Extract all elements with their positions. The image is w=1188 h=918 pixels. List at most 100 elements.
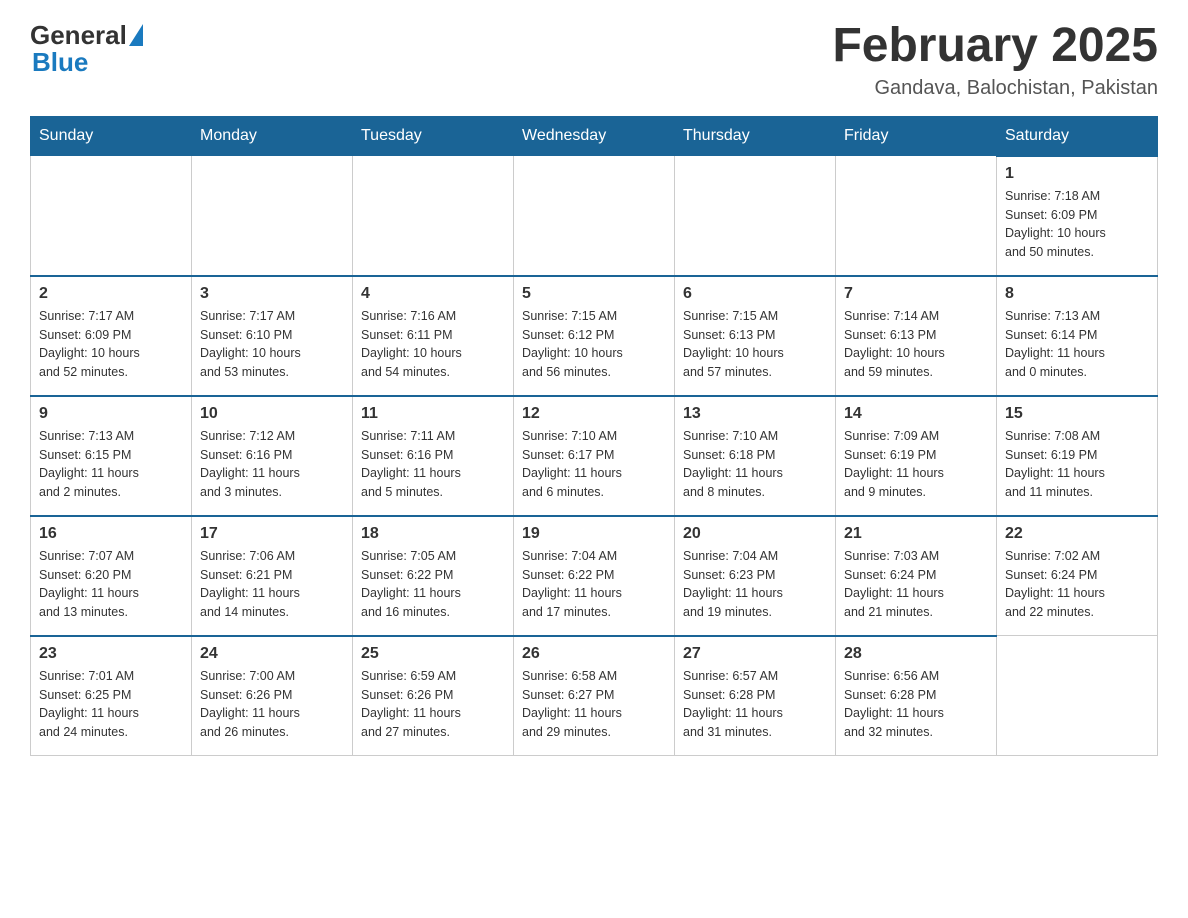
day-info: Sunrise: 7:07 AMSunset: 6:20 PMDaylight:…	[39, 547, 183, 622]
day-info: Sunrise: 7:02 AMSunset: 6:24 PMDaylight:…	[1005, 547, 1149, 622]
day-header-monday: Monday	[192, 116, 353, 156]
calendar-cell	[836, 156, 997, 276]
logo-triangle-icon	[129, 24, 143, 46]
day-info: Sunrise: 7:12 AMSunset: 6:16 PMDaylight:…	[200, 427, 344, 502]
calendar-cell: 5Sunrise: 7:15 AMSunset: 6:12 PMDaylight…	[514, 276, 675, 396]
day-header-tuesday: Tuesday	[353, 116, 514, 156]
calendar-cell: 20 Sunrise: 7:04 AMSunset: 6:23 PMDayligh…	[675, 516, 836, 636]
day-header-sunday: Sunday	[31, 116, 192, 156]
calendar-cell	[675, 156, 836, 276]
day-info: Sunrise: 6:57 AMSunset: 6:28 PMDaylight:…	[683, 667, 827, 742]
day-number: 25	[361, 645, 505, 663]
day-number: 13	[683, 405, 827, 423]
calendar-cell: 1 Sunrise: 7:18 AMSunset: 6:09 PMDaylight…	[997, 156, 1158, 276]
calendar-cell: 21 Sunrise: 7:03 AMSunset: 6:24 PMDayligh…	[836, 516, 997, 636]
calendar-cell: 25 Sunrise: 6:59 AMSunset: 6:26 PMDayligh…	[353, 636, 514, 756]
calendar-cell: 12Sunrise: 7:10 AMSunset: 6:17 PMDayligh…	[514, 396, 675, 516]
day-number: 3	[200, 285, 344, 303]
calendar-cell	[353, 156, 514, 276]
calendar-cell: 13 Sunrise: 7:10 AMSunset: 6:18 PMDayligh…	[675, 396, 836, 516]
day-header-wednesday: Wednesday	[514, 116, 675, 156]
calendar-title: February 2025	[832, 20, 1158, 73]
day-number: 14	[844, 405, 988, 423]
logo-blue-text: Blue	[32, 47, 143, 78]
calendar-week-row: 9 Sunrise: 7:13 AMSunset: 6:15 PMDaylight…	[31, 396, 1158, 516]
day-number: 6	[683, 285, 827, 303]
calendar-cell: 27 Sunrise: 6:57 AMSunset: 6:28 PMDayligh…	[675, 636, 836, 756]
day-info: Sunrise: 7:18 AMSunset: 6:09 PMDaylight:…	[1005, 187, 1149, 262]
calendar-cell	[31, 156, 192, 276]
day-info: Sunrise: 7:16 AMSunset: 6:11 PMDaylight:…	[361, 307, 505, 382]
day-info: Sunrise: 7:04 AMSunset: 6:23 PMDaylight:…	[683, 547, 827, 622]
day-info: Sunrise: 7:14 AMSunset: 6:13 PMDaylight:…	[844, 307, 988, 382]
calendar-cell: 15 Sunrise: 7:08 AMSunset: 6:19 PMDayligh…	[997, 396, 1158, 516]
day-number: 22	[1005, 525, 1149, 543]
calendar-cell: 16 Sunrise: 7:07 AMSunset: 6:20 PMDayligh…	[31, 516, 192, 636]
day-number: 9	[39, 405, 183, 423]
calendar-cell	[514, 156, 675, 276]
day-header-thursday: Thursday	[675, 116, 836, 156]
title-section: February 2025 Gandava, Balochistan, Paki…	[832, 20, 1158, 100]
day-info: Sunrise: 7:05 AMSunset: 6:22 PMDaylight:…	[361, 547, 505, 622]
day-number: 18	[361, 525, 505, 543]
day-info: Sunrise: 7:01 AMSunset: 6:25 PMDaylight:…	[39, 667, 183, 742]
day-number: 16	[39, 525, 183, 543]
day-number: 27	[683, 645, 827, 663]
day-info: Sunrise: 7:13 AMSunset: 6:14 PMDaylight:…	[1005, 307, 1149, 382]
day-info: Sunrise: 7:17 AMSunset: 6:09 PMDaylight:…	[39, 307, 183, 382]
day-number: 21	[844, 525, 988, 543]
day-number: 4	[361, 285, 505, 303]
calendar-cell: 3Sunrise: 7:17 AMSunset: 6:10 PMDaylight…	[192, 276, 353, 396]
day-number: 24	[200, 645, 344, 663]
calendar-header-row: SundayMondayTuesdayWednesdayThursdayFrid…	[31, 116, 1158, 156]
day-number: 20	[683, 525, 827, 543]
calendar-cell: 11Sunrise: 7:11 AMSunset: 6:16 PMDayligh…	[353, 396, 514, 516]
day-info: Sunrise: 7:09 AMSunset: 6:19 PMDaylight:…	[844, 427, 988, 502]
calendar-week-row: 16 Sunrise: 7:07 AMSunset: 6:20 PMDayligh…	[31, 516, 1158, 636]
calendar-cell: 26 Sunrise: 6:58 AMSunset: 6:27 PMDayligh…	[514, 636, 675, 756]
calendar-cell: 24 Sunrise: 7:00 AMSunset: 6:26 PMDayligh…	[192, 636, 353, 756]
day-info: Sunrise: 6:58 AMSunset: 6:27 PMDaylight:…	[522, 667, 666, 742]
calendar-cell: 4 Sunrise: 7:16 AMSunset: 6:11 PMDaylight…	[353, 276, 514, 396]
day-number: 26	[522, 645, 666, 663]
calendar-cell: 8 Sunrise: 7:13 AMSunset: 6:14 PMDaylight…	[997, 276, 1158, 396]
day-info: Sunrise: 7:10 AMSunset: 6:18 PMDaylight:…	[683, 427, 827, 502]
calendar-cell: 9 Sunrise: 7:13 AMSunset: 6:15 PMDaylight…	[31, 396, 192, 516]
calendar-week-row: 2 Sunrise: 7:17 AMSunset: 6:09 PMDaylight…	[31, 276, 1158, 396]
day-info: Sunrise: 7:03 AMSunset: 6:24 PMDaylight:…	[844, 547, 988, 622]
day-info: Sunrise: 7:06 AMSunset: 6:21 PMDaylight:…	[200, 547, 344, 622]
day-info: Sunrise: 7:00 AMSunset: 6:26 PMDaylight:…	[200, 667, 344, 742]
calendar-week-row: 23 Sunrise: 7:01 AMSunset: 6:25 PMDayligh…	[31, 636, 1158, 756]
day-number: 15	[1005, 405, 1149, 423]
day-info: Sunrise: 6:56 AMSunset: 6:28 PMDaylight:…	[844, 667, 988, 742]
calendar-cell: 28Sunrise: 6:56 AMSunset: 6:28 PMDayligh…	[836, 636, 997, 756]
calendar-cell: 10 Sunrise: 7:12 AMSunset: 6:16 PMDayligh…	[192, 396, 353, 516]
day-info: Sunrise: 7:15 AMSunset: 6:13 PMDaylight:…	[683, 307, 827, 382]
day-header-saturday: Saturday	[997, 116, 1158, 156]
day-number: 19	[522, 525, 666, 543]
day-info: Sunrise: 7:10 AMSunset: 6:17 PMDaylight:…	[522, 427, 666, 502]
calendar-cell: 7 Sunrise: 7:14 AMSunset: 6:13 PMDaylight…	[836, 276, 997, 396]
calendar-cell	[192, 156, 353, 276]
day-info: Sunrise: 7:11 AMSunset: 6:16 PMDaylight:…	[361, 427, 505, 502]
calendar-cell: 14 Sunrise: 7:09 AMSunset: 6:19 PMDayligh…	[836, 396, 997, 516]
calendar-week-row: 1 Sunrise: 7:18 AMSunset: 6:09 PMDaylight…	[31, 156, 1158, 276]
day-info: Sunrise: 7:04 AMSunset: 6:22 PMDaylight:…	[522, 547, 666, 622]
calendar-cell: 22 Sunrise: 7:02 AMSunset: 6:24 PMDayligh…	[997, 516, 1158, 636]
day-info: Sunrise: 7:08 AMSunset: 6:19 PMDaylight:…	[1005, 427, 1149, 502]
day-info: Sunrise: 6:59 AMSunset: 6:26 PMDaylight:…	[361, 667, 505, 742]
day-number: 1	[1005, 165, 1149, 183]
logo: General Blue	[30, 20, 143, 78]
day-info: Sunrise: 7:15 AMSunset: 6:12 PMDaylight:…	[522, 307, 666, 382]
day-number: 7	[844, 285, 988, 303]
day-info: Sunrise: 7:13 AMSunset: 6:15 PMDaylight:…	[39, 427, 183, 502]
day-number: 2	[39, 285, 183, 303]
calendar-cell: 18 Sunrise: 7:05 AMSunset: 6:22 PMDayligh…	[353, 516, 514, 636]
calendar-table: SundayMondayTuesdayWednesdayThursdayFrid…	[30, 116, 1158, 757]
day-number: 10	[200, 405, 344, 423]
day-header-friday: Friday	[836, 116, 997, 156]
day-number: 23	[39, 645, 183, 663]
day-number: 8	[1005, 285, 1149, 303]
day-number: 17	[200, 525, 344, 543]
calendar-subtitle: Gandava, Balochistan, Pakistan	[832, 77, 1158, 100]
